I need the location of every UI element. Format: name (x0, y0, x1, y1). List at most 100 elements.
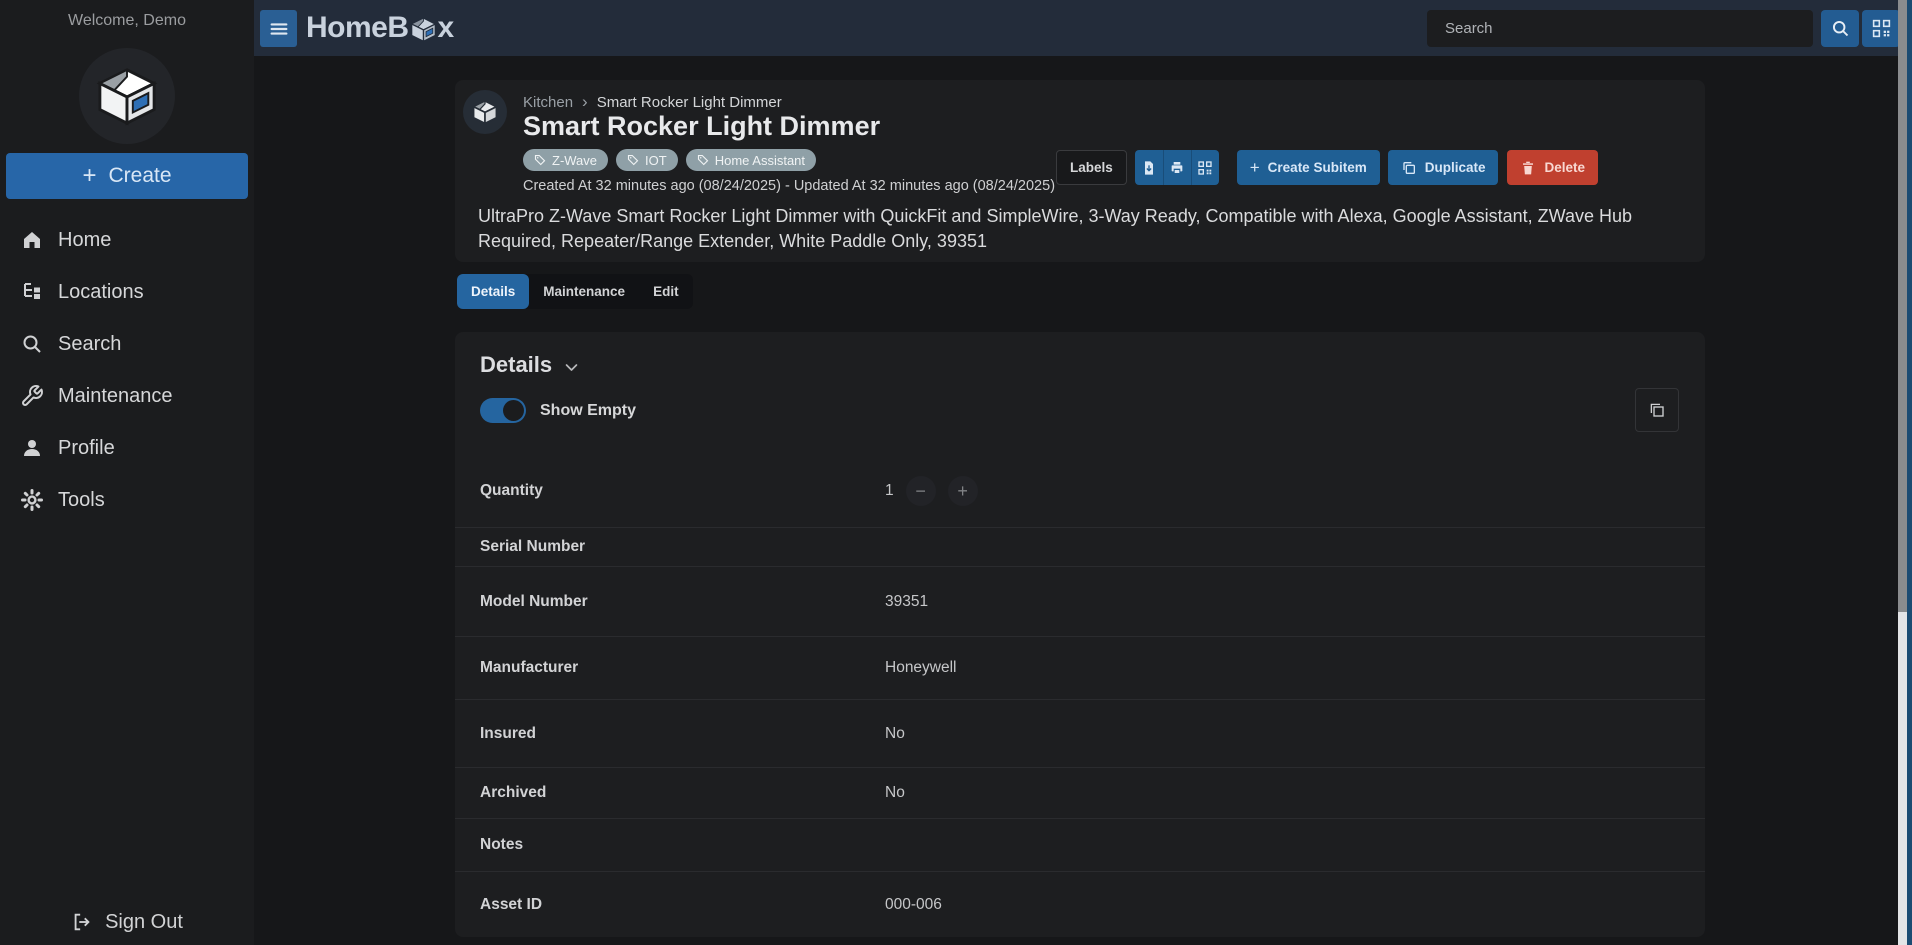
scan-qr-button[interactable] (1862, 10, 1900, 47)
detail-label: Notes (480, 836, 885, 854)
quantity-increment-button[interactable]: + (948, 476, 978, 506)
create-subitem-button[interactable]: + Create Subitem (1237, 150, 1380, 185)
sidebar-item-home[interactable]: Home (0, 214, 254, 266)
sidebar-item-label: Search (58, 333, 121, 356)
label-chip[interactable]: Z-Wave (523, 149, 608, 171)
sidebar-item-maintenance[interactable]: Maintenance (0, 370, 254, 422)
detail-label: Insured (480, 725, 885, 743)
duplicate-button[interactable]: Duplicate (1388, 150, 1499, 185)
labels-button[interactable]: Labels (1056, 150, 1127, 185)
detail-row-serial-number: Serial Number (455, 528, 1705, 567)
copy-details-button[interactable] (1635, 388, 1679, 432)
search-icon (1830, 18, 1851, 39)
chevron-right-icon: › (582, 92, 588, 112)
sidebar-logo (79, 48, 175, 144)
wrench-icon (20, 384, 44, 408)
create-button-label: Create (108, 164, 171, 188)
sidebar-item-label: Maintenance (58, 385, 173, 408)
item-description: UltraPro Z-Wave Smart Rocker Light Dimme… (478, 204, 1688, 254)
tab-maintenance[interactable]: Maintenance (529, 274, 639, 309)
delete-label: Delete (1544, 160, 1585, 175)
toggle-knob (503, 400, 524, 421)
sidebar-nav: Home Locations Search Maintenance (0, 214, 254, 526)
print-button[interactable] (1163, 150, 1191, 185)
detail-value: 000-006 (885, 896, 942, 914)
sidebar-item-search[interactable]: Search (0, 318, 254, 370)
item-labels: Z-Wave IOT Home Assistant (523, 149, 816, 171)
app-logo[interactable]: HomeB x (306, 0, 454, 56)
sign-out-label: Sign Out (105, 911, 183, 934)
item-avatar (463, 90, 507, 134)
trash-icon (1520, 160, 1536, 176)
menu-button[interactable] (260, 10, 297, 47)
sidebar: Welcome, Demo + Create Home (0, 0, 254, 945)
sidebar-item-label: Profile (58, 437, 115, 460)
breadcrumb-parent-link[interactable]: Kitchen (523, 94, 573, 111)
person-icon (20, 436, 44, 460)
delete-button[interactable]: Delete (1507, 150, 1598, 185)
detail-row-insured: Insured No (455, 700, 1705, 768)
tab-details[interactable]: Details (457, 274, 529, 309)
tag-icon (697, 154, 709, 166)
copy-icon (1401, 160, 1417, 176)
label-chip[interactable]: IOT (616, 149, 678, 171)
create-button[interactable]: + Create (6, 153, 248, 199)
tab-bar: Details Maintenance Edit (457, 274, 693, 309)
scrollbar-thumb[interactable] (1898, 0, 1907, 612)
search-submit-button[interactable] (1821, 10, 1859, 47)
box-logo-icon (96, 65, 158, 127)
search-input[interactable] (1427, 10, 1813, 47)
sidebar-item-tools[interactable]: Tools (0, 474, 254, 526)
details-section-header[interactable]: Details (480, 352, 580, 378)
file-download-icon (1141, 160, 1157, 176)
qr-code-button[interactable] (1191, 150, 1219, 185)
item-tools-group (1135, 150, 1219, 185)
duplicate-label: Duplicate (1425, 160, 1486, 175)
detail-label: Model Number (480, 593, 885, 611)
sidebar-item-profile[interactable]: Profile (0, 422, 254, 474)
sign-out-button[interactable]: Sign Out (0, 900, 254, 944)
gear-icon (20, 488, 44, 512)
topbar: HomeB x (254, 0, 1912, 56)
detail-label: Asset ID (480, 896, 885, 914)
logo-text-prefix: HomeB (306, 11, 409, 45)
breadcrumb-current: Smart Rocker Light Dimmer (597, 94, 782, 111)
box-logo-icon (410, 16, 437, 43)
sidebar-item-label: Locations (58, 281, 144, 304)
detail-value: 39351 (885, 593, 928, 611)
detail-row-notes: Notes (455, 819, 1705, 872)
label-chip-text: Home Assistant (715, 153, 805, 168)
detail-label: Serial Number (480, 538, 885, 556)
detail-label: Manufacturer (480, 659, 885, 677)
detail-row-model-number: Model Number 39351 (455, 567, 1705, 637)
tab-edit[interactable]: Edit (639, 274, 693, 309)
home-icon (20, 228, 44, 252)
show-empty-toggle[interactable] (480, 398, 526, 423)
qr-code-icon (1197, 160, 1213, 176)
show-empty-row: Show Empty (480, 398, 636, 423)
plus-icon: + (82, 164, 96, 188)
detail-row-quantity: Quantity 1 − + (455, 455, 1705, 528)
label-chip-text: Z-Wave (552, 153, 597, 168)
detail-value: 1 (885, 482, 894, 500)
sidebar-item-locations[interactable]: Locations (0, 266, 254, 318)
item-header-card: Kitchen › Smart Rocker Light Dimmer Smar… (455, 80, 1705, 262)
logo-text-suffix: x (438, 11, 454, 45)
quantity-decrement-button[interactable]: − (906, 476, 936, 506)
label-chip[interactable]: Home Assistant (686, 149, 816, 171)
detail-row-manufacturer: Manufacturer Honeywell (455, 637, 1705, 700)
item-actions: Labels + Create Subitem Duplicate (1056, 150, 1598, 185)
detail-label: Quantity (480, 482, 885, 500)
box-icon (472, 99, 498, 125)
details-card: Details Show Empty Quantity 1 − + Serial… (455, 332, 1705, 937)
detail-row-asset-id: Asset ID 000-006 (455, 872, 1705, 937)
details-rows: Quantity 1 − + Serial Number Model Numbe… (455, 455, 1705, 937)
detail-row-archived: Archived No (455, 768, 1705, 819)
detail-label: Archived (480, 784, 885, 802)
created-updated-text: Created At 32 minutes ago (08/24/2025) -… (523, 178, 1055, 194)
download-file-button[interactable] (1135, 150, 1163, 185)
create-subitem-label: Create Subitem (1268, 160, 1367, 175)
page-title: Smart Rocker Light Dimmer (523, 111, 880, 142)
sidebar-item-label: Tools (58, 489, 105, 512)
sidebar-item-label: Home (58, 229, 111, 252)
